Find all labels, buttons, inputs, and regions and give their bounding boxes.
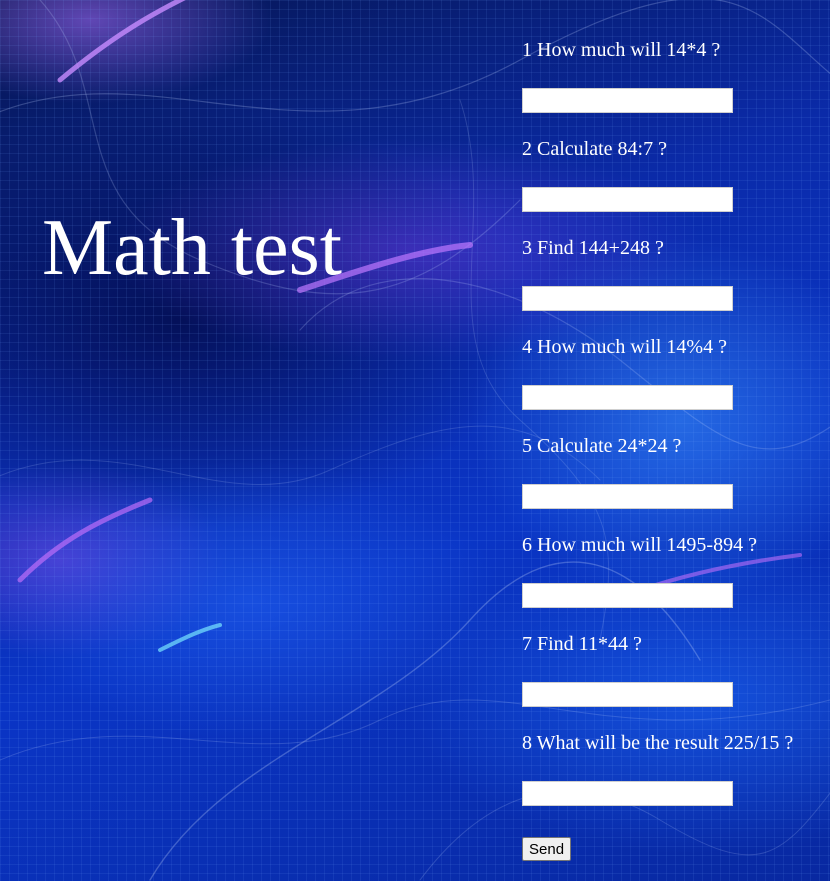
question-6-label: 6 How much will 1495-894 ? xyxy=(522,534,757,556)
question-2-label: 2 Calculate 84:7 ? xyxy=(522,138,667,160)
question-6: 6 How much will 1495-894 ? xyxy=(522,533,828,632)
swirl-glow xyxy=(57,0,186,83)
question-4: 4 How much will 14%4 ? xyxy=(522,335,828,434)
question-2: 2 Calculate 84:7 ? xyxy=(522,137,828,236)
swirl-glow xyxy=(158,623,222,652)
answer-4-input[interactable] xyxy=(522,385,733,410)
answer-5-input[interactable] xyxy=(522,484,733,509)
question-7: 7 Find 11*44 ? xyxy=(522,632,828,731)
question-1: 1 How much will 14*4 ? xyxy=(522,38,828,137)
answer-3-input[interactable] xyxy=(522,286,733,311)
question-5-label: 5 Calculate 24*24 ? xyxy=(522,435,682,457)
answer-8-input[interactable] xyxy=(522,781,733,806)
question-3: 3 Find 144+248 ? xyxy=(522,236,828,335)
question-1-label: 1 How much will 14*4 ? xyxy=(522,39,721,61)
swirl-line xyxy=(0,425,601,485)
page-title: Math test xyxy=(42,204,342,292)
send-button[interactable]: Send xyxy=(522,837,572,861)
question-8-label: 8 What will be the result 225/15 ? xyxy=(522,732,794,754)
question-3-label: 3 Find 144+248 ? xyxy=(522,237,664,259)
answer-2-input[interactable] xyxy=(522,187,733,212)
math-test-form: 1 How much will 14*4 ? 2 Calculate 84:7 … xyxy=(522,38,828,861)
question-5: 5 Calculate 24*24 ? xyxy=(522,434,828,533)
swirl-glow xyxy=(17,497,153,583)
question-4-label: 4 How much will 14%4 ? xyxy=(522,336,727,358)
answer-6-input[interactable] xyxy=(522,583,733,608)
question-8: 8 What will be the result 225/15 ? xyxy=(522,731,828,830)
answer-7-input[interactable] xyxy=(522,682,733,707)
question-7-label: 7 Find 11*44 ? xyxy=(522,633,642,655)
answer-1-input[interactable] xyxy=(522,88,733,113)
